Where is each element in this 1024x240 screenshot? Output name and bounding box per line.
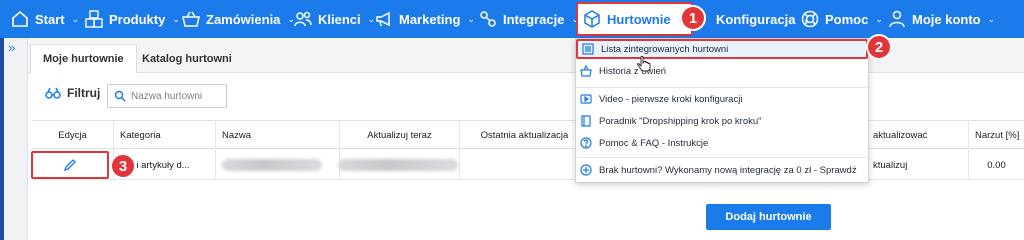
video-icon xyxy=(580,94,592,104)
menu-item-label: Pomoc & FAQ - Instrukcje xyxy=(599,137,709,149)
book-icon xyxy=(581,115,591,127)
menu-item-pomoc-faq[interactable]: Pomoc & FAQ - Instrukcje xyxy=(576,133,868,153)
home-icon xyxy=(12,10,28,27)
cell-narzut: 0.00 xyxy=(987,159,1006,171)
filter-label: Filtruj xyxy=(67,86,101,100)
nav-hurtownie-label: Hurtownie xyxy=(607,11,671,27)
nav-marketing[interactable]: Marketing ⌄ xyxy=(374,0,475,38)
nav-hurtownie[interactable]: Hurtownie⌄ xyxy=(576,2,694,36)
nav-integracje-label: Integracje xyxy=(503,11,565,27)
col-aktualizuj-teraz: Aktualizuj teraz xyxy=(340,121,460,149)
basket-icon xyxy=(182,11,200,27)
table-header: Edycja Kategoria Nazwa Aktualizuj teraz … xyxy=(32,120,1024,149)
step-badge-2: 2 xyxy=(866,34,892,60)
cell-ostatnia-aktualizacja xyxy=(460,150,590,180)
nav-zamowienia[interactable]: Zamówienia ⌄ xyxy=(181,0,295,38)
nav-konfiguracja[interactable]: Konfiguracja ⌄ xyxy=(716,0,810,38)
basket-icon xyxy=(580,65,592,77)
table-row: wki i artykuły d... ktualizuj 0.00 xyxy=(32,150,1024,180)
list-icon xyxy=(582,43,594,55)
nav-start-label: Start xyxy=(35,11,65,27)
chevron-down-icon: ⌄ xyxy=(71,13,80,24)
nav-integracje[interactable]: Integracje⌄ xyxy=(478,0,579,38)
col-aktualizowac: aktualizować xyxy=(869,121,969,149)
col-kategoria: Kategoria xyxy=(114,121,216,149)
hurtownie-dropdown-menu: Lista zintegrowanych hurtowni Historia z… xyxy=(575,38,869,183)
edit-button[interactable] xyxy=(31,151,109,179)
plus-icon xyxy=(580,164,592,176)
col-narzut: Narzut [%] xyxy=(975,129,1020,141)
search-icon xyxy=(114,90,126,102)
hand-cursor-icon xyxy=(637,56,651,72)
expand-sidebar-icon[interactable]: » xyxy=(8,40,15,55)
top-navigation: Start ⌄ Produkty ⌄ Zamówienia ⌄ Klienci ⌄ Ma… xyxy=(0,0,1024,38)
help-icon xyxy=(580,137,592,149)
step-badge-3: 3 xyxy=(110,153,136,179)
nav-produkty-label: Produkty xyxy=(109,11,166,27)
lifebuoy-icon xyxy=(801,10,819,28)
menu-item-label: Historia z ówień xyxy=(599,65,667,77)
redacted-update xyxy=(338,159,458,171)
binoculars-icon xyxy=(45,87,61,99)
tab-katalog-hurtowni[interactable]: Katalog hurtowni xyxy=(130,44,244,74)
users-icon xyxy=(294,11,312,27)
cube-icon xyxy=(584,10,600,28)
menu-item-nowa-integracja[interactable]: Brak hurtowni? Wykonamy nową integrację … xyxy=(576,160,868,180)
nav-pomoc[interactable]: Pomoc ⌄ xyxy=(800,0,883,38)
integration-icon xyxy=(480,11,496,27)
nav-marketing-label: Marketing xyxy=(399,11,461,27)
sidebar-edge xyxy=(0,38,4,240)
add-wholesaler-button[interactable]: Dodaj hurtownie xyxy=(706,204,831,230)
menu-separator xyxy=(576,157,868,158)
chevron-down-icon: ⌄ xyxy=(987,13,996,24)
sidebar-collapsed: » xyxy=(0,38,28,240)
menu-item-poradnik[interactable]: Poradnik "Dropshipping krok po kroku" xyxy=(576,111,868,131)
menu-separator xyxy=(576,87,868,88)
cell-aktualizowac[interactable]: ktualizuj xyxy=(869,150,969,180)
chevron-down-icon: ⌄ xyxy=(467,13,475,24)
chevron-down-icon: ⌄ xyxy=(172,13,180,24)
col-ostatnia-aktualizacja: Ostatnia aktualizacja xyxy=(460,121,590,149)
menu-item-historia-zamowien[interactable]: Historia z ówień xyxy=(576,61,868,81)
nav-produkty[interactable]: Produkty ⌄ xyxy=(84,0,180,38)
nav-moje-konto[interactable]: Moje konto ⌄ xyxy=(887,0,995,38)
menu-item-label: Video - pierwsze kroki konfiguracji xyxy=(599,93,743,105)
col-edycja: Edycja xyxy=(32,121,114,149)
nav-klienci[interactable]: Klienci ⌄ xyxy=(293,0,375,38)
nav-konfiguracja-label: Konfiguracja xyxy=(716,11,796,27)
nav-start[interactable]: Start ⌄ xyxy=(10,0,79,38)
tab-moje-hurtownie[interactable]: Moje hurtownie xyxy=(30,44,137,74)
menu-item-video[interactable]: Video - pierwsze kroki konfiguracji xyxy=(576,89,868,109)
chevron-down-icon: ⌄ xyxy=(875,13,883,24)
menu-item-label: Brak hurtowni? Wykonamy nową integrację … xyxy=(599,164,857,176)
search-input[interactable] xyxy=(131,90,223,102)
step-badge-1: 1 xyxy=(680,5,706,31)
nav-moje-konto-label: Moje konto xyxy=(912,11,981,27)
search-field[interactable] xyxy=(107,84,227,108)
nav-klienci-label: Klienci xyxy=(318,11,361,27)
menu-item-label: Poradnik "Dropshipping krok po kroku" xyxy=(599,115,762,127)
boxes-icon xyxy=(85,10,103,28)
menu-item-lista-hurtowni[interactable]: Lista zintegrowanych hurtowni xyxy=(576,39,868,59)
nav-zamowienia-label: Zamówienia xyxy=(206,11,281,27)
user-icon xyxy=(889,10,905,28)
menu-item-label: Lista zintegrowanych hurtowni xyxy=(601,43,729,55)
col-nazwa: Nazwa xyxy=(216,121,340,149)
filter-toggle[interactable]: Filtruj xyxy=(45,85,100,101)
pencil-icon xyxy=(63,159,76,172)
megaphone-icon xyxy=(376,11,390,27)
redacted-name xyxy=(222,159,322,171)
nav-pomoc-label: Pomoc xyxy=(825,11,869,27)
